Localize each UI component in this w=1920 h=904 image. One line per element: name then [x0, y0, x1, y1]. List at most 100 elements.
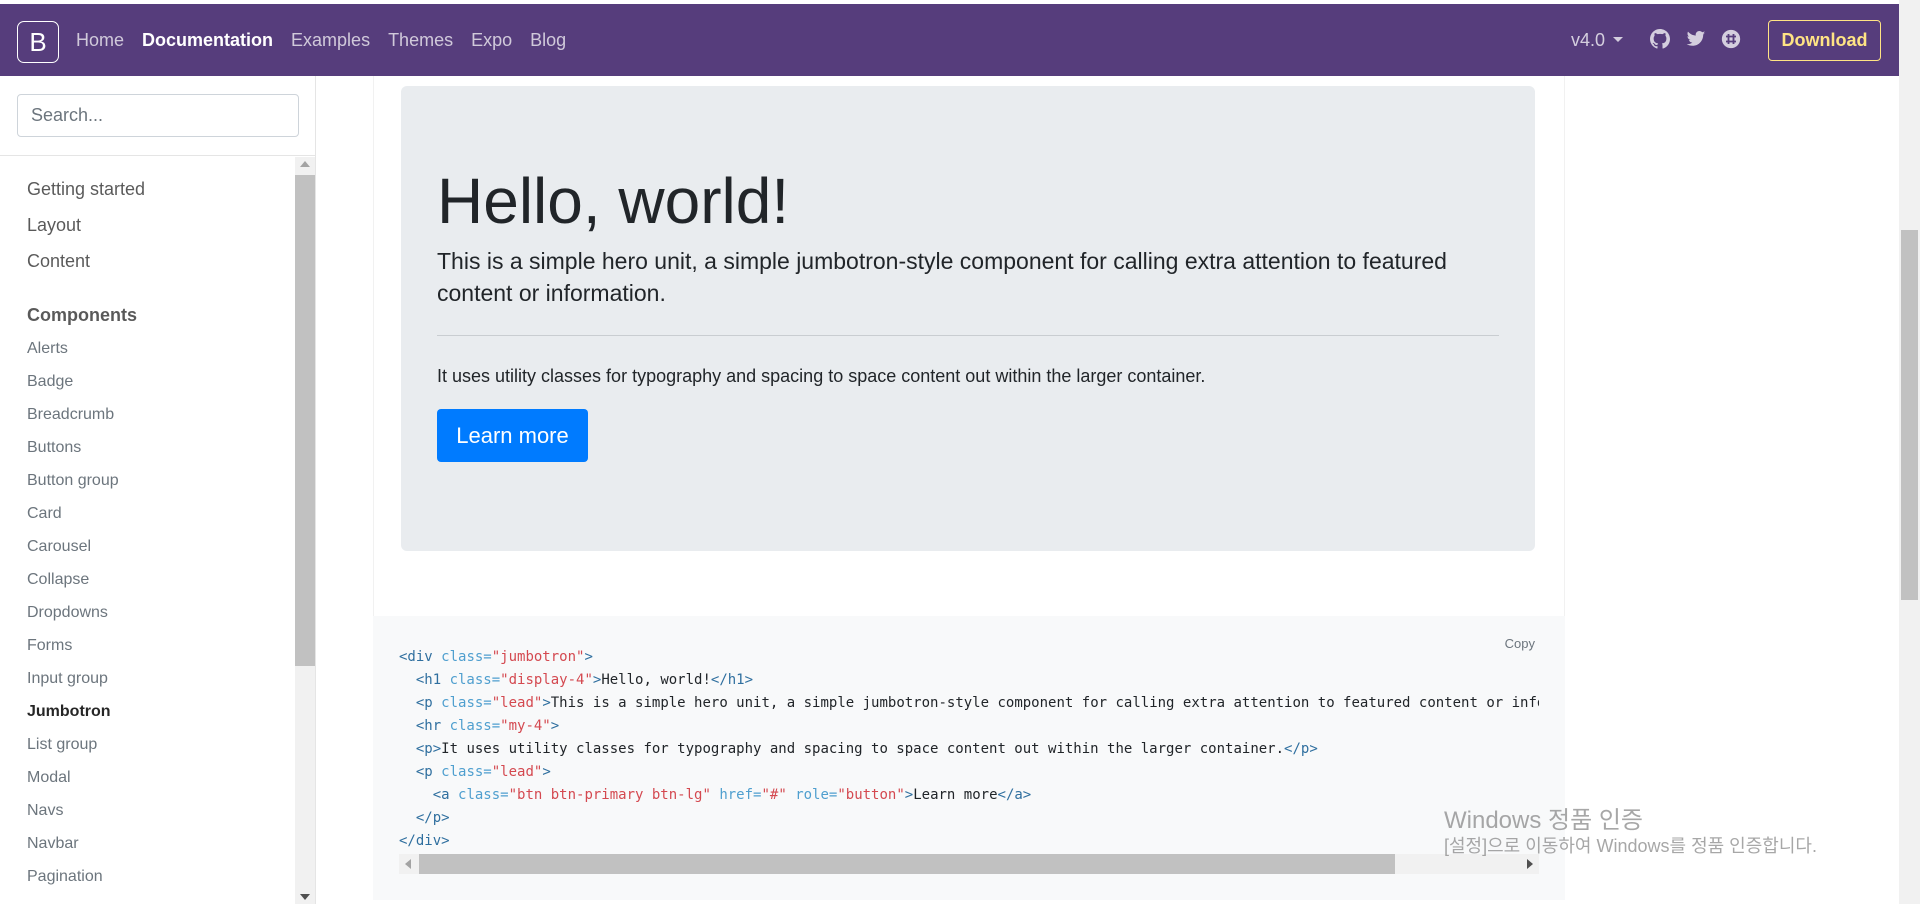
code-token: role= [786, 787, 838, 803]
sidebar-group-layout[interactable]: Layout [27, 215, 81, 236]
scroll-right-arrow-icon[interactable] [1527, 859, 1533, 869]
sidebar-item-input-group[interactable]: Input group [27, 670, 108, 688]
code-token: class= [441, 649, 492, 665]
code-token: "lead" [491, 764, 543, 780]
code-token: <a [432, 787, 459, 803]
scroll-left-arrow-icon[interactable] [405, 859, 411, 869]
code-token: class= [441, 695, 492, 711]
page-scrollbar[interactable] [1899, 0, 1920, 904]
sidebar-item-buttons[interactable]: Buttons [27, 439, 81, 457]
search-input[interactable] [17, 94, 299, 137]
sidebar-group-content[interactable]: Content [27, 251, 90, 272]
search-section [0, 76, 315, 156]
code-token: href= [710, 787, 762, 803]
code-token: This is a simple hero unit, a simple jum… [550, 695, 1539, 711]
sidebar-item-carousel[interactable]: Carousel [27, 538, 91, 556]
sidebar-item-button-group[interactable]: Button group [27, 472, 119, 490]
code-token: > [550, 718, 560, 734]
code-token: <h1 [415, 672, 450, 688]
sidebar-scrollbar[interactable] [295, 157, 315, 904]
code-line: <hr class="my-4"> [399, 715, 1539, 738]
jumbotron-text: It uses utility classes for typography a… [437, 366, 1206, 386]
sidebar-nav: Getting started Layout Content Component… [0, 157, 315, 904]
code-token: class= [458, 787, 509, 803]
sidebar-item-modal[interactable]: Modal [27, 769, 71, 787]
sidebar-item-collapse[interactable]: Collapse [27, 571, 89, 589]
code-scroll-thumb[interactable] [419, 854, 1395, 874]
code-token: </a> [997, 787, 1032, 803]
scroll-down-arrow-icon[interactable] [300, 894, 310, 900]
sidebar-item-list-group[interactable]: List group [27, 736, 97, 754]
code-token: <p [415, 695, 442, 711]
twitter-icon[interactable] [1686, 29, 1708, 51]
code-token: </p> [415, 810, 450, 826]
code-token: </h1> [710, 672, 754, 688]
version-dropdown[interactable]: v4.0 [1571, 30, 1624, 51]
sidebar-item-navs[interactable]: Navs [27, 802, 63, 820]
code-line: <p>It uses utility classes for typograph… [399, 738, 1539, 761]
sidebar-item-breadcrumb[interactable]: Breadcrumb [27, 406, 114, 424]
code-line: <p class="lead">This is a simple hero un… [399, 692, 1539, 715]
nav-link-examples[interactable]: Examples [291, 30, 370, 51]
sidebar-item-card[interactable]: Card [27, 505, 62, 523]
download-button[interactable]: Download [1768, 20, 1881, 61]
code-token: "display-4" [500, 672, 593, 688]
code-token: class= [441, 764, 492, 780]
code-token: <p [415, 764, 442, 780]
code-token: Hello, world! [601, 672, 711, 688]
page-scroll-thumb[interactable] [1901, 230, 1918, 600]
sidebar-item-forms[interactable]: Forms [27, 637, 72, 655]
bootstrap-logo[interactable]: B [17, 21, 59, 63]
jumbotron-title: Hello, world! [437, 165, 790, 237]
code-line: <h1 class="display-4">Hello, world!</h1> [399, 669, 1539, 692]
nav-link-home[interactable]: Home [76, 30, 124, 51]
code-line: </div> [399, 830, 1539, 853]
windows-activation-title: Windows 정품 인증 [1444, 807, 1644, 834]
code-token: > [542, 695, 551, 711]
code-token: > [542, 764, 551, 780]
learn-more-button[interactable]: Learn more [437, 409, 588, 462]
chevron-down-icon [1613, 37, 1624, 42]
docs-sidebar: Getting started Layout Content Component… [0, 76, 316, 904]
code-token: <hr [415, 718, 450, 734]
code-token: <div [399, 649, 442, 665]
code-horizontal-scrollbar[interactable] [399, 854, 1539, 874]
code-token: "my-4" [500, 718, 551, 734]
code-token: class= [449, 672, 501, 688]
code-snippet: <div class="jumbotron"> <h1 class="displ… [399, 646, 1539, 853]
code-token: <p> [415, 741, 442, 757]
sidebar-item-badge[interactable]: Badge [27, 373, 73, 391]
sidebar-item-navbar[interactable]: Navbar [27, 835, 79, 853]
sidebar-item-jumbotron[interactable]: Jumbotron [27, 703, 111, 721]
nav-link-blog[interactable]: Blog [530, 30, 566, 51]
sidebar-scroll-thumb[interactable] [295, 175, 315, 666]
sidebar-group-getting-started[interactable]: Getting started [27, 179, 145, 200]
github-icon[interactable] [1650, 29, 1672, 51]
code-token: "lead" [491, 695, 543, 711]
sidebar-group-components[interactable]: Components [27, 305, 137, 326]
code-token: > [584, 649, 593, 665]
nav-link-themes[interactable]: Themes [388, 30, 453, 51]
code-token: Learn more [913, 787, 998, 803]
sidebar-item-pagination[interactable]: Pagination [27, 868, 103, 886]
nav-link-expo[interactable]: Expo [471, 30, 512, 51]
jumbotron-lead: This is a simple hero unit, a simple jum… [437, 248, 1447, 306]
version-label: v4.0 [1571, 30, 1606, 50]
sidebar-item-alerts[interactable]: Alerts [27, 340, 68, 358]
slack-icon[interactable] [1721, 29, 1743, 51]
sidebar-item-dropdowns[interactable]: Dropdowns [27, 604, 108, 622]
jumbotron: Hello, world! This is a simple hero unit… [401, 86, 1535, 551]
code-token: > [904, 787, 914, 803]
code-block: Copy <div class="jumbotron"> <h1 class="… [373, 616, 1565, 900]
code-line: <a class="btn btn-primary btn-lg" href="… [399, 784, 1539, 807]
code-token: </p> [1284, 741, 1318, 757]
code-token: "button" [837, 787, 905, 803]
nav-link-documentation[interactable]: Documentation [142, 30, 273, 51]
windows-activation-subtitle: [설정]으로 이동하여 Windows를 정품 인증합니다. [1444, 836, 1817, 856]
top-navbar: B Home Documentation Examples Themes Exp… [0, 4, 1899, 76]
scroll-up-arrow-icon[interactable] [300, 161, 310, 167]
